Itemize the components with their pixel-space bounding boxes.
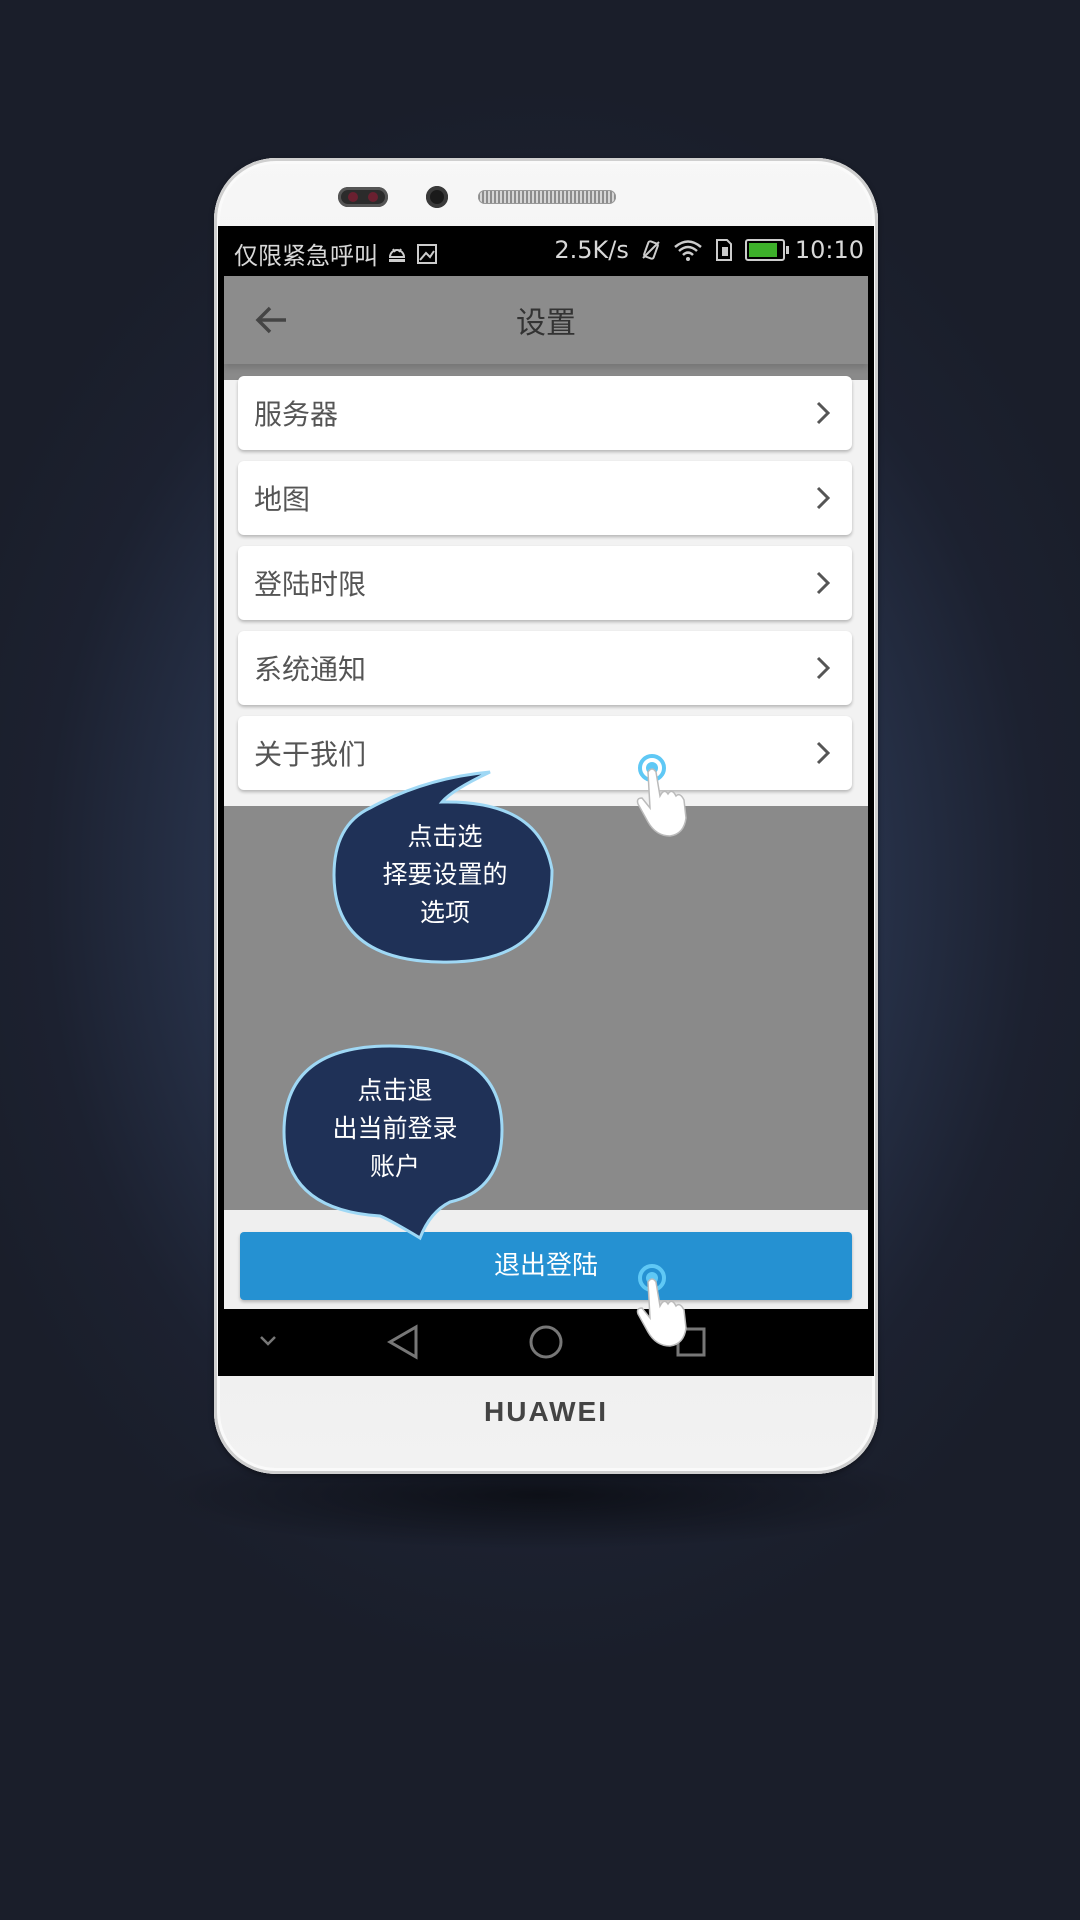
chevron-right-icon (816, 656, 830, 680)
tap-hand-icon (636, 754, 687, 837)
image-notification-icon (417, 243, 437, 264)
settings-item-label: 服务器 (254, 398, 339, 431)
chevron-down-icon[interactable] (258, 1333, 278, 1349)
tip-line: 选项 (419, 898, 470, 927)
settings-item-notifications[interactable]: 系统通知 (238, 631, 852, 705)
system-nav-bar (218, 1309, 874, 1376)
wifi-icon (674, 240, 702, 261)
vibrate-icon (642, 240, 660, 260)
tip-text-logout: 点击退 出当前登录 账户 (284, 1072, 506, 1186)
android-debug-icon (388, 247, 406, 262)
settings-item-label: 登陆时限 (254, 568, 367, 601)
tip-line: 账户 (369, 1152, 420, 1181)
settings-list: 服务器 地图 登陆时限 系统通知 关于我们 (224, 376, 868, 806)
carrier-text: 仅限紧急呼叫 (234, 242, 378, 270)
chevron-right-icon (816, 741, 830, 765)
chevron-right-icon (816, 486, 830, 510)
page-title: 设置 (516, 306, 576, 341)
chevron-right-icon (816, 571, 830, 595)
battery-icon (744, 239, 789, 261)
tap-hand-icon (636, 1264, 687, 1347)
settings-item-map[interactable]: 地图 (238, 461, 852, 535)
settings-item-server[interactable]: 服务器 (238, 376, 852, 450)
tip-line: 择要设置的 (382, 860, 508, 889)
app-bar: 设置 (224, 276, 868, 364)
front-sensor-icon (338, 187, 388, 207)
settings-item-label: 地图 (254, 483, 311, 516)
home-nav-icon[interactable] (527, 1323, 565, 1361)
network-speed-text: 2.5K/s (554, 236, 629, 264)
back-nav-icon[interactable] (386, 1323, 420, 1361)
brand-logo: HUAWEI (484, 1396, 608, 1427)
tip-line: 点击退 (357, 1076, 433, 1105)
settings-item-label: 系统通知 (254, 653, 367, 686)
sim-icon (715, 239, 732, 261)
logout-button[interactable]: 退出登陆 (240, 1232, 852, 1300)
tip-line: 点击选 (407, 822, 483, 851)
clock-text: 10:10 (794, 236, 864, 264)
earpiece-speaker-icon (478, 190, 616, 204)
settings-item-login-timeout[interactable]: 登陆时限 (238, 546, 852, 620)
tip-text-select: 点击选 择要设置的 选项 (334, 818, 556, 932)
front-camera-icon (426, 186, 448, 208)
tip-line: 出当前登录 (332, 1114, 458, 1143)
status-bar: 仅限紧急呼叫 2.5K/s 10:10 (218, 226, 874, 276)
chevron-right-icon (816, 401, 830, 425)
